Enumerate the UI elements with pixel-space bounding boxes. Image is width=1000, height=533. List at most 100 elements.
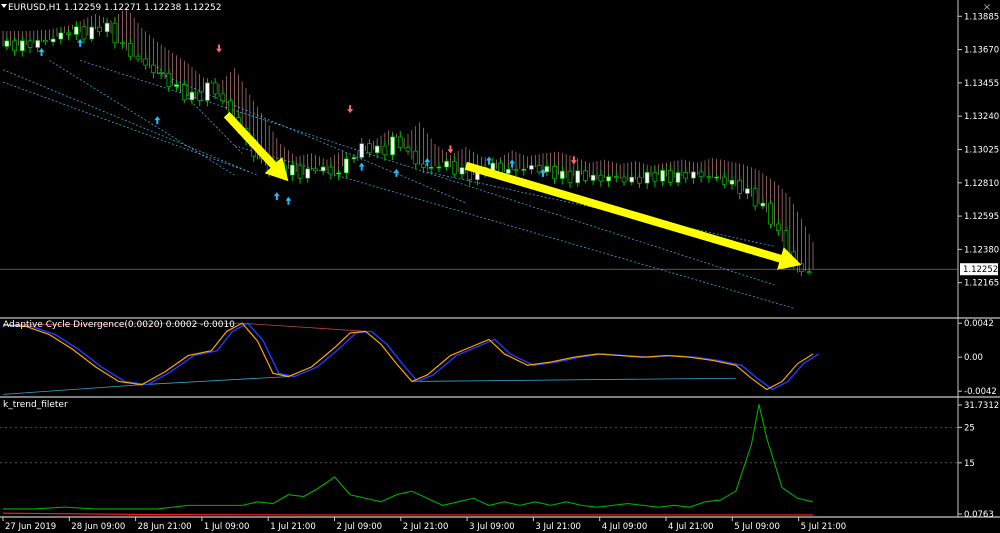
chart-canvas: 1.138851.136701.134551.132401.130251.128… <box>0 0 1000 533</box>
candle-body <box>691 171 696 179</box>
candle-body <box>127 42 133 57</box>
candle-body <box>637 176 642 184</box>
candle-body <box>120 42 125 45</box>
candle-body <box>27 40 33 48</box>
candle-body <box>428 167 434 169</box>
close-icon[interactable]: × <box>980 2 994 14</box>
candle-body <box>336 172 341 175</box>
candle-body <box>166 72 172 87</box>
kt-title: k_trend_fileter <box>3 400 68 410</box>
candle-body <box>745 188 750 194</box>
symbol-header: EURUSD,H1 1.12259 1.12271 1.12238 1.1225… <box>8 3 221 13</box>
candle-body <box>505 168 511 174</box>
candle-body <box>521 168 527 171</box>
candle-body <box>328 166 334 175</box>
price-tick-label: 1.12595 <box>964 212 999 222</box>
candle-body <box>598 174 604 182</box>
candle-body <box>459 167 465 175</box>
time-tick-label: 27 Jun 2019 <box>5 522 56 532</box>
candle-body <box>660 170 665 182</box>
candle-body <box>205 82 210 101</box>
time-tick-label: 1 Jul 21:00 <box>270 522 316 532</box>
candle-body <box>359 143 365 158</box>
candle-body <box>73 26 79 35</box>
candle-body <box>583 170 588 181</box>
candle-body <box>775 223 781 232</box>
time-tick-label: 3 Jul 09:00 <box>469 522 515 532</box>
kt-tick-label: 0.0763 <box>964 510 994 520</box>
candle-body <box>197 91 203 101</box>
candle-body <box>189 91 195 101</box>
candle-body <box>413 150 419 165</box>
candle-body <box>629 176 635 183</box>
price-tick-label: 1.13670 <box>964 46 999 56</box>
kt-tick-label: 31.7312 <box>964 401 999 411</box>
current-price-label: 1.12252 <box>963 265 998 275</box>
price-tick-label: 1.13025 <box>964 145 999 155</box>
candle-body <box>752 188 758 207</box>
candle-body <box>644 172 650 184</box>
time-tick-label: 4 Jul 09:00 <box>602 522 648 532</box>
price-tick-label: 1.12810 <box>964 179 999 189</box>
candle-body <box>575 170 581 184</box>
candle-body <box>305 168 311 179</box>
candle-body <box>436 166 442 169</box>
candle-body <box>513 168 519 171</box>
candle-body <box>714 176 719 179</box>
candle-body <box>606 176 611 182</box>
candle-body <box>313 168 318 172</box>
candle-body <box>544 166 550 173</box>
candle-body <box>158 72 164 74</box>
candle-body <box>50 38 56 43</box>
candle-body <box>768 202 773 225</box>
time-tick-label: 2 Jul 21:00 <box>403 522 449 532</box>
candle-body <box>737 179 743 194</box>
time-tick-label: 2 Jul 09:00 <box>337 522 383 532</box>
candle-body <box>405 146 411 152</box>
candle-body <box>552 166 557 179</box>
candle-body <box>104 22 110 33</box>
candle-body <box>451 161 457 175</box>
candle-body <box>289 164 295 176</box>
candle-body <box>698 171 704 178</box>
candle-body <box>559 170 565 179</box>
acd-title: Adaptive Cycle Divergence(0.0020) 0.0002… <box>3 320 235 330</box>
candle-body <box>151 64 156 73</box>
candle-body <box>58 32 64 40</box>
candle-body <box>297 164 303 179</box>
candle-body <box>181 84 187 101</box>
candle-body <box>43 40 48 43</box>
candle-body <box>397 136 403 148</box>
candle-body <box>174 84 179 87</box>
time-tick-label: 5 Jul 09:00 <box>734 522 780 532</box>
candle-body <box>4 40 10 47</box>
candle-body <box>351 157 357 160</box>
price-tick-label: 1.13455 <box>964 79 999 89</box>
candle-body <box>220 93 226 102</box>
chart-window: 1.13885 1.13670 1.13455 1.13240 1.13025 1.128… <box>0 0 1000 533</box>
candle-body <box>12 40 17 52</box>
background <box>0 0 1000 533</box>
candle-body <box>135 55 141 60</box>
candle-body <box>19 40 25 52</box>
candle-body <box>66 32 71 35</box>
candle-body <box>652 172 658 182</box>
kt-tick-label: 25 <box>964 423 975 433</box>
candle-body <box>590 174 596 181</box>
candle-body <box>529 165 534 170</box>
candle-body <box>374 145 380 154</box>
price-tick-label: 1.12380 <box>964 245 999 255</box>
candle-body <box>81 26 87 40</box>
price-tick-label: 1.12165 <box>964 279 999 289</box>
candle-body <box>621 176 627 183</box>
candle-body <box>536 165 542 173</box>
candle-body <box>112 22 118 44</box>
candle-body <box>320 166 326 172</box>
candle-body <box>667 170 673 183</box>
kt-tick-label: 15 <box>964 459 975 469</box>
acd-tick-label: 0.0042 <box>964 319 994 329</box>
time-tick-label: 1 Jul 09:00 <box>204 522 250 532</box>
candle-body <box>760 202 766 207</box>
candle-body <box>89 26 95 40</box>
candle-body <box>143 58 149 66</box>
